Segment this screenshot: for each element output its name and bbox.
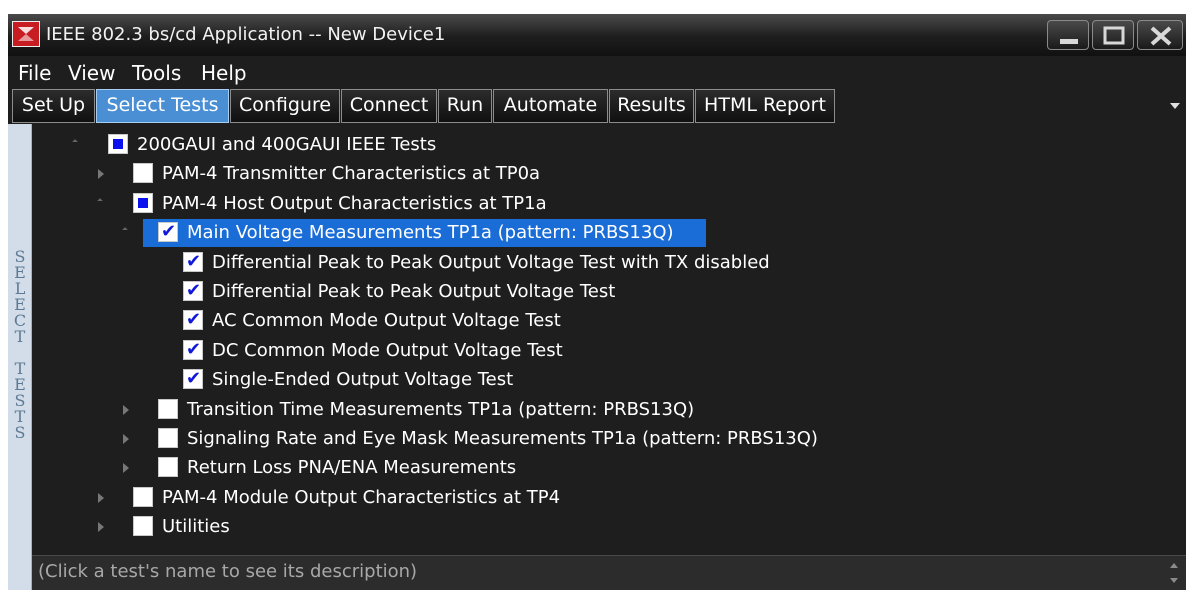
tab-automate[interactable]: Automate [493, 89, 608, 123]
tab-results[interactable]: Results [609, 89, 694, 123]
tree-item[interactable]: Transition Time Measurements TP1a (patte… [32, 396, 1186, 424]
expand-arrow-icon[interactable] [123, 404, 129, 415]
description-text: (Click a test's name to see its descript… [38, 561, 418, 582]
description-panel: (Click a test's name to see its descript… [32, 555, 1186, 590]
menu-view[interactable]: View [68, 61, 115, 85]
test-tree[interactable]: 200GAUI and 400GAUI IEEE Tests PAM-4 Tran… [32, 124, 1186, 549]
tree-item[interactable]: Return Loss PNA/ENA Measurements [32, 454, 1186, 482]
tree-item[interactable]: Utilities [32, 513, 1186, 541]
test-checkbox[interactable] [158, 428, 178, 448]
side-label-text: SELECT TESTS [13, 247, 27, 442]
tree-item-label[interactable]: PAM-4 Transmitter Characteristics at TP0… [162, 163, 540, 184]
tab-select-tests[interactable]: Select Tests [96, 89, 229, 123]
window-title: IEEE 802.3 bs/cd Application -- New Devi… [46, 24, 446, 45]
tab-configure[interactable]: Configure [230, 89, 340, 123]
tree-item-label[interactable]: Differential Peak to Peak Output Voltage… [212, 252, 770, 273]
tree-item[interactable]: Signaling Rate and Eye Mask Measurements… [32, 425, 1186, 453]
test-checkbox[interactable] [183, 339, 203, 360]
test-checkbox[interactable] [158, 398, 178, 419]
collapse-arrow-icon[interactable] [122, 227, 128, 234]
app-window: IEEE 802.3 bs/cd Application -- New Devi… [8, 14, 1186, 590]
tree-item-label[interactable]: Utilities [162, 516, 230, 537]
test-checkbox[interactable] [183, 251, 203, 272]
tree-item-label[interactable]: PAM-4 Module Output Characteristics at T… [162, 487, 560, 508]
test-checkbox[interactable] [108, 134, 128, 154]
app-logo-icon [12, 21, 40, 47]
title-bar[interactable]: IEEE 802.3 bs/cd Application -- New Devi… [8, 14, 1186, 56]
menu-tools[interactable]: Tools [132, 61, 181, 85]
tree-item-label[interactable]: Signaling Rate and Eye Mask Measurements… [187, 428, 818, 449]
tree-item-label[interactable]: AC Common Mode Output Voltage Test [212, 310, 561, 331]
tab-set-up[interactable]: Set Up [12, 89, 95, 123]
menu-file[interactable]: File [18, 61, 51, 85]
tree-item[interactable]: PAM-4 Module Output Characteristics at T… [32, 484, 1186, 512]
tree-item-label[interactable]: 200GAUI and 400GAUI IEEE Tests [137, 134, 436, 155]
tab-connect[interactable]: Connect [341, 89, 437, 123]
tree-item-label[interactable]: Transition Time Measurements TP1a (patte… [187, 399, 694, 420]
test-checkbox[interactable] [183, 309, 203, 331]
minimize-button[interactable] [1047, 20, 1089, 50]
tab-run[interactable]: Run [438, 89, 492, 123]
collapse-arrow-icon[interactable] [97, 197, 103, 204]
tree-item[interactable]: Differential Peak to Peak Output Voltage… [32, 249, 1186, 277]
tree-item[interactable]: Differential Peak to Peak Output Voltage… [32, 278, 1186, 306]
tab-overflow-dropdown-icon[interactable] [1170, 103, 1180, 109]
tree-item-label[interactable]: DC Common Mode Output Voltage Test [212, 340, 563, 361]
tree-item[interactable]: Single-Ended Output Voltage Test [32, 366, 1186, 394]
tree-item[interactable]: PAM-4 Transmitter Characteristics at TP0… [32, 160, 1186, 188]
menu-bar: File View Tools Help [8, 57, 1186, 87]
expand-arrow-icon[interactable] [123, 463, 129, 474]
test-checkbox[interactable] [183, 280, 203, 301]
test-checkbox[interactable] [158, 457, 178, 478]
tree-item[interactable]: Main Voltage Measurements TP1a (pattern:… [32, 219, 1186, 248]
description-scrollbar[interactable] [1164, 556, 1186, 590]
maximize-button[interactable] [1092, 20, 1134, 50]
scroll-down-icon[interactable] [1170, 578, 1178, 583]
tree-item-label[interactable]: PAM-4 Host Output Characteristics at TP1… [162, 193, 547, 214]
expand-arrow-icon[interactable] [98, 492, 104, 503]
menu-help[interactable]: Help [201, 61, 247, 85]
scroll-up-icon[interactable] [1170, 563, 1178, 568]
test-checkbox[interactable] [133, 516, 153, 537]
test-checkbox[interactable] [133, 192, 153, 213]
tree-item-label[interactable]: Single-Ended Output Voltage Test [212, 369, 513, 390]
test-checkbox[interactable] [133, 163, 153, 184]
tree-item[interactable]: PAM-4 Host Output Characteristics at TP1… [32, 190, 1186, 218]
tree-item[interactable]: 200GAUI and 400GAUI IEEE Tests [32, 131, 1186, 159]
tree-item[interactable]: AC Common Mode Output Voltage Test [32, 307, 1186, 335]
side-panel-label: SELECT TESTS [8, 124, 32, 590]
expand-arrow-icon[interactable] [98, 522, 104, 533]
collapse-arrow-icon[interactable] [72, 139, 78, 145]
tab-bar: Set Up Select Tests Configure Connect Ru… [8, 88, 1186, 124]
expand-arrow-icon[interactable] [123, 434, 129, 444]
tree-item-label[interactable]: Main Voltage Measurements TP1a (pattern:… [187, 222, 674, 243]
tab-html-report[interactable]: HTML Report [695, 89, 835, 123]
close-button[interactable] [1137, 20, 1183, 50]
test-checkbox[interactable] [133, 486, 153, 507]
tree-item-label[interactable]: Differential Peak to Peak Output Voltage… [212, 281, 615, 302]
expand-arrow-icon[interactable] [98, 169, 104, 180]
tree-item-label[interactable]: Return Loss PNA/ENA Measurements [187, 457, 516, 478]
test-checkbox[interactable] [183, 368, 203, 390]
test-checkbox[interactable] [158, 221, 178, 243]
tree-item[interactable]: DC Common Mode Output Voltage Test [32, 337, 1186, 365]
